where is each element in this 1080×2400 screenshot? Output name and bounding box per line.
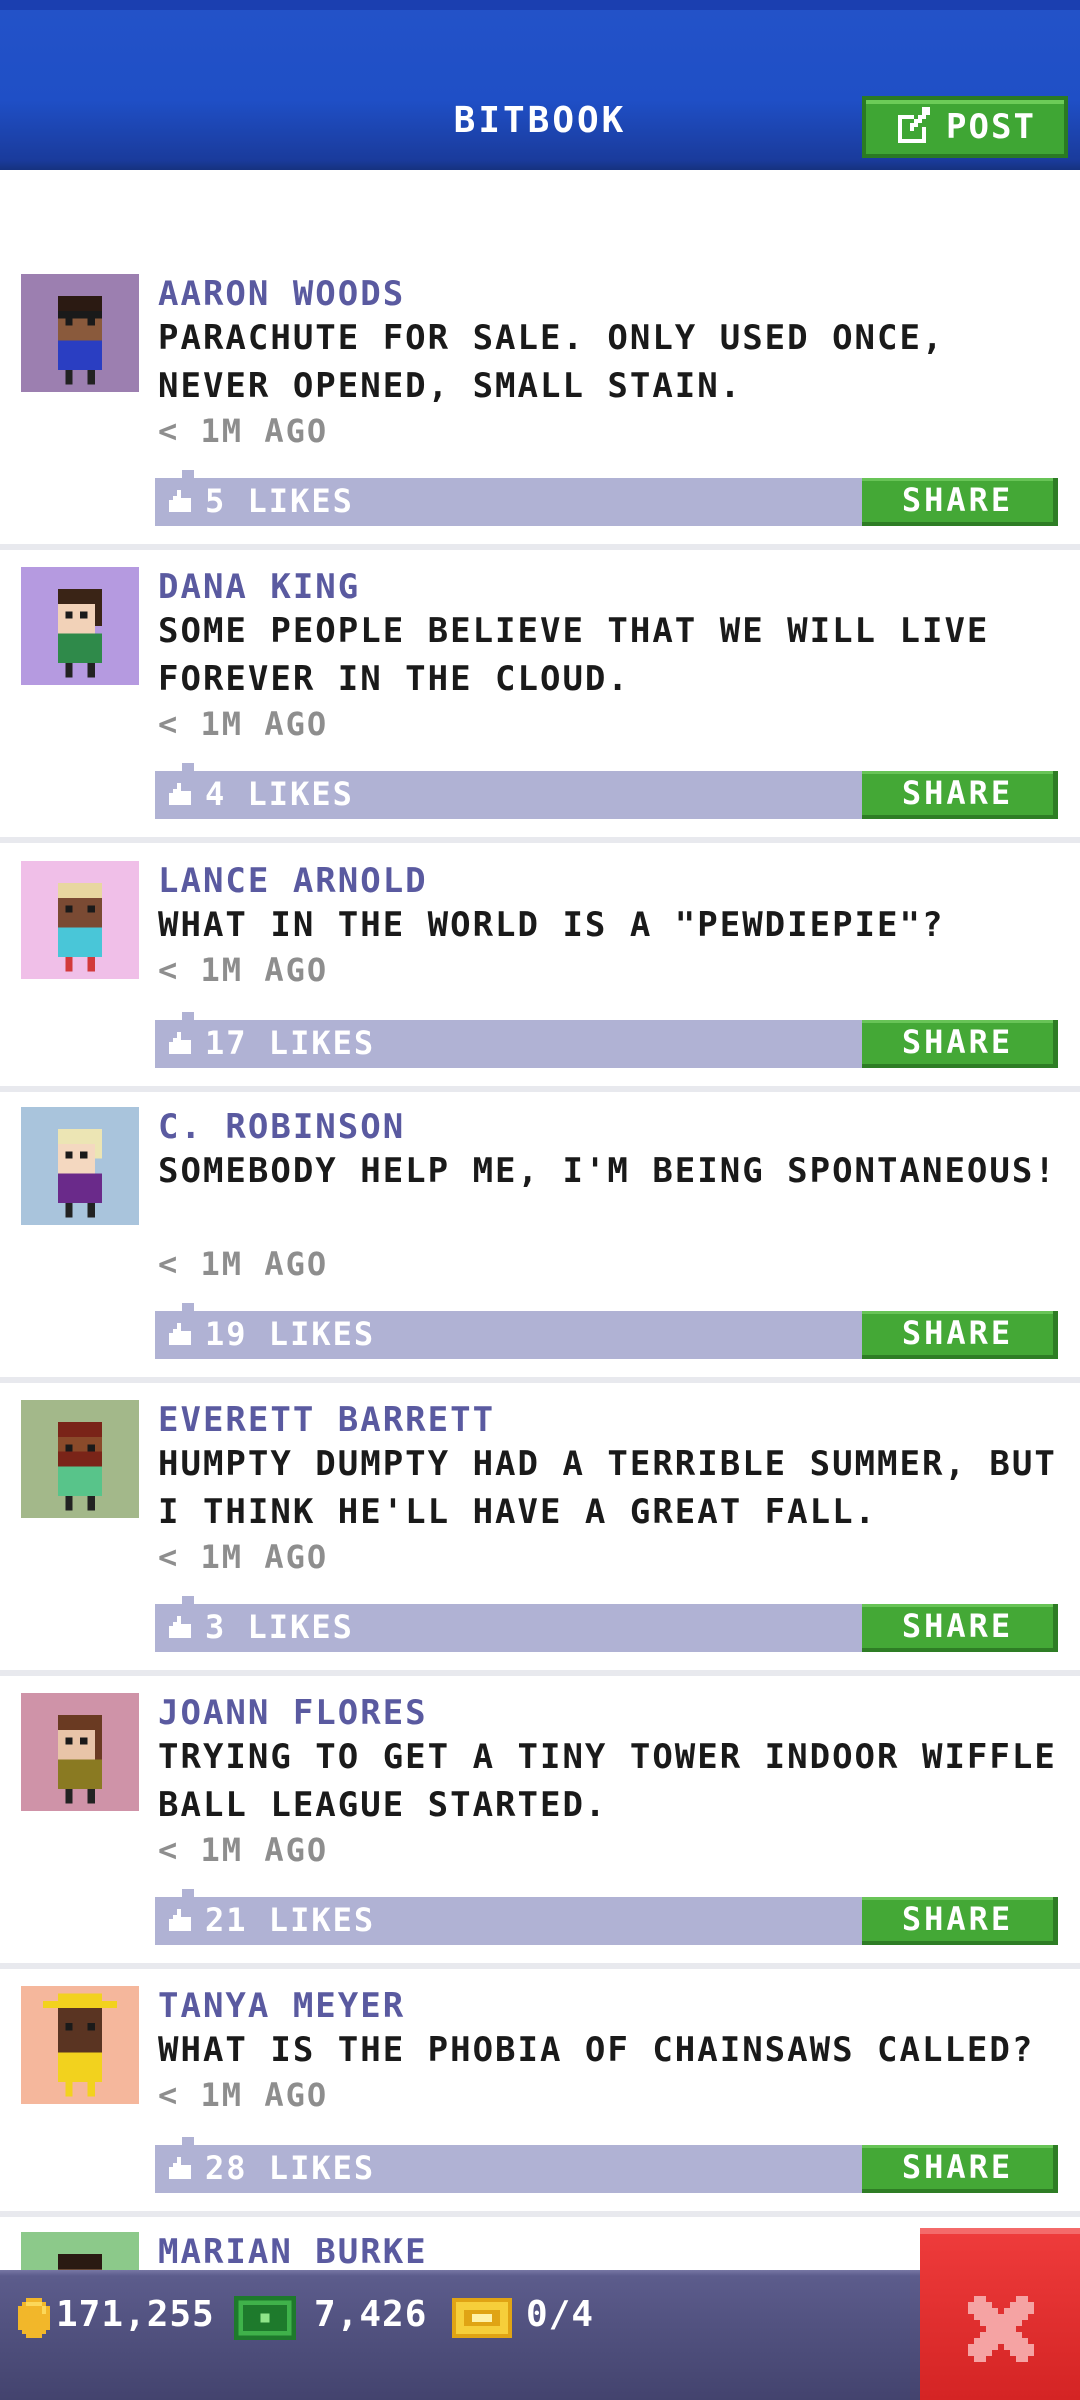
feed-post: DANA KING SOME PEOPLE BELIEVE THAT WE WI… bbox=[0, 567, 1080, 857]
thumbs-up-icon bbox=[169, 783, 191, 805]
post-author[interactable]: MARIAN BURKE bbox=[158, 2232, 428, 2270]
avatar[interactable] bbox=[21, 2232, 139, 2270]
coin-icon bbox=[18, 2298, 50, 2338]
divider bbox=[0, 1377, 1080, 1383]
thumbs-up-icon bbox=[169, 1909, 191, 1931]
divider bbox=[0, 837, 1080, 843]
ticket-icon bbox=[452, 2298, 512, 2338]
post-message: SOMEBODY HELP ME, I'M BEING SPONTANEOUS! bbox=[158, 1151, 1057, 1191]
avatar[interactable] bbox=[21, 1400, 139, 1518]
post-time: < 1M AGO bbox=[158, 412, 329, 450]
edit-icon bbox=[898, 107, 931, 143]
post-author[interactable]: EVERETT BARRETT bbox=[158, 1400, 495, 1440]
share-button[interactable]: SHARE bbox=[862, 1604, 1058, 1652]
likes-count: 4 LIKES bbox=[205, 775, 354, 813]
share-button[interactable]: SHARE bbox=[862, 478, 1058, 526]
bux-count: 7,426 bbox=[314, 2294, 428, 2335]
feed[interactable]: AARON WOODS PARACHUTE FOR SALE. ONLY USE… bbox=[0, 170, 1080, 2270]
avatar[interactable] bbox=[21, 1693, 139, 1811]
tickets-count: 0/4 bbox=[526, 2294, 595, 2335]
coins-count: 171,255 bbox=[56, 2294, 215, 2335]
feed-post: JOANN FLORES TRYING TO GET A TINY TOWER … bbox=[0, 1693, 1080, 1983]
thumbs-up-icon bbox=[169, 1032, 191, 1054]
likes-count: 3 LIKES bbox=[205, 1608, 354, 1646]
likes-count: 19 LIKES bbox=[205, 1315, 376, 1353]
divider bbox=[0, 1670, 1080, 1676]
post-author[interactable]: AARON WOODS bbox=[158, 274, 405, 314]
post-time: < 1M AGO bbox=[158, 1538, 329, 1576]
divider bbox=[0, 544, 1080, 550]
share-button[interactable]: SHARE bbox=[862, 1020, 1058, 1068]
post-time: < 1M AGO bbox=[158, 2076, 329, 2114]
close-button[interactable] bbox=[920, 2228, 1080, 2400]
post-author[interactable]: DANA KING bbox=[158, 567, 360, 607]
avatar[interactable] bbox=[21, 567, 139, 685]
post-message: TRYING TO GET A TINY TOWER INDOOR WIFFLE… bbox=[158, 1737, 1057, 1825]
likes-count: 21 LIKES bbox=[205, 1901, 376, 1939]
post-message: HUMPTY DUMPTY HAD A TERRIBLE SUMMER, BUT… bbox=[158, 1444, 1057, 1532]
post-time: < 1M AGO bbox=[158, 1245, 329, 1283]
share-button[interactable]: SHARE bbox=[862, 771, 1058, 819]
feed-post: LANCE ARNOLD WHAT IN THE WORLD IS A "PEW… bbox=[0, 861, 1080, 1106]
thumbs-up-icon bbox=[169, 1616, 191, 1638]
feed-post: EVERETT BARRETT HUMPTY DUMPTY HAD A TERR… bbox=[0, 1400, 1080, 1690]
post-message: PARACHUTE FOR SALE. ONLY USED ONCE, NEVE… bbox=[158, 318, 945, 406]
divider bbox=[0, 1086, 1080, 1092]
likes-count: 5 LIKES bbox=[205, 482, 354, 520]
feed-post: TANYA MEYER WHAT IS THE PHOBIA OF CHAINS… bbox=[0, 1986, 1080, 2231]
share-button[interactable]: SHARE bbox=[862, 1311, 1058, 1359]
post-author[interactable]: C. ROBINSON bbox=[158, 1107, 405, 1147]
post-time: < 1M AGO bbox=[158, 705, 329, 743]
feed-post: MARIAN BURKE bbox=[0, 2232, 1080, 2270]
avatar[interactable] bbox=[21, 1107, 139, 1225]
post-message: WHAT IN THE WORLD IS A "PEWDIEPIE"? bbox=[158, 905, 945, 945]
likes-count: 28 LIKES bbox=[205, 2149, 376, 2187]
feed-post: C. ROBINSON SOMEBODY HELP ME, I'M BEING … bbox=[0, 1107, 1080, 1397]
post-button[interactable]: POST bbox=[862, 96, 1068, 158]
share-button[interactable]: SHARE bbox=[862, 1897, 1058, 1945]
share-button[interactable]: SHARE bbox=[862, 2145, 1058, 2193]
thumbs-up-icon bbox=[169, 490, 191, 512]
post-message: WHAT IS THE PHOBIA OF CHAINSAWS CALLED? bbox=[158, 2030, 1035, 2070]
thumbs-up-icon bbox=[169, 2157, 191, 2179]
divider bbox=[0, 2211, 1080, 2217]
thumbs-up-icon bbox=[169, 1323, 191, 1345]
avatar[interactable] bbox=[21, 1986, 139, 2104]
post-message: SOME PEOPLE BELIEVE THAT WE WILL LIVE FO… bbox=[158, 611, 990, 699]
post-button-label: POST bbox=[946, 107, 1036, 147]
post-author[interactable]: LANCE ARNOLD bbox=[158, 861, 428, 901]
status-bar bbox=[0, 2270, 1080, 2400]
post-author[interactable]: TANYA MEYER bbox=[158, 1986, 405, 2026]
bux-icon bbox=[234, 2296, 296, 2340]
divider bbox=[0, 1963, 1080, 1969]
app-header: BITBOOK POST bbox=[0, 0, 1080, 170]
likes-count: 17 LIKES bbox=[205, 1024, 376, 1062]
avatar[interactable] bbox=[21, 861, 139, 979]
post-time: < 1M AGO bbox=[158, 951, 329, 989]
feed-post: AARON WOODS PARACHUTE FOR SALE. ONLY USE… bbox=[0, 274, 1080, 564]
avatar[interactable] bbox=[21, 274, 139, 392]
post-author[interactable]: JOANN FLORES bbox=[158, 1693, 428, 1733]
close-icon bbox=[968, 2296, 1034, 2362]
post-time: < 1M AGO bbox=[158, 1831, 329, 1869]
